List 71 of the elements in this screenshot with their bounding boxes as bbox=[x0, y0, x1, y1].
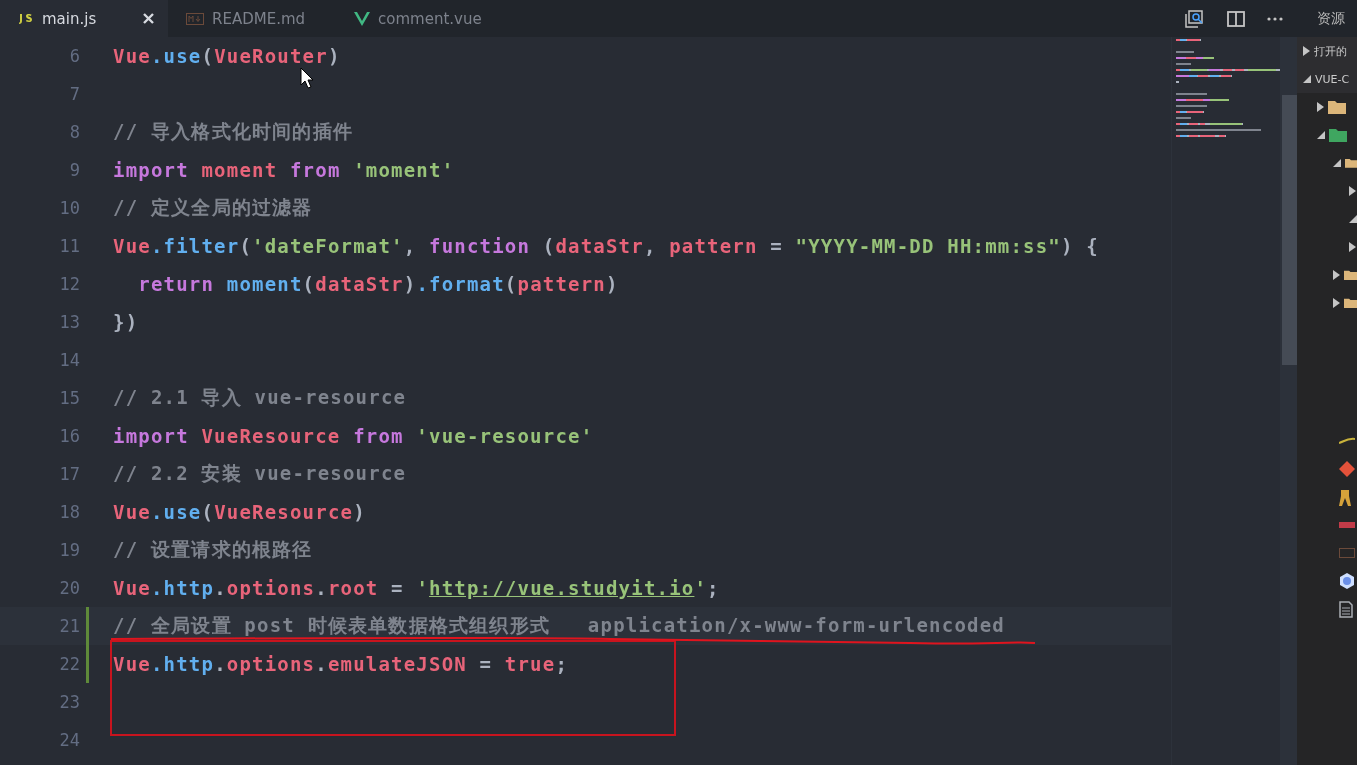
collapsed-arrow-icon[interactable] bbox=[1303, 46, 1310, 56]
line-number: 10 bbox=[58, 198, 80, 218]
code-line: Vue.http.options.emulateJSON = true; bbox=[113, 653, 569, 675]
diamond-icon bbox=[1339, 461, 1355, 477]
collapsed-arrow-icon[interactable] bbox=[1349, 242, 1356, 252]
code-line: // 导入格式化时间的插件 bbox=[113, 119, 353, 144]
expanded-arrow-icon[interactable] bbox=[1333, 159, 1341, 167]
code-line: // 全局设置 post 时候表单数据格式组织形式 application/x-www-form-urlencoded bbox=[113, 613, 1005, 638]
section-header[interactable]: VUE-C bbox=[1297, 65, 1357, 93]
code-line: Vue.use(VueResource) bbox=[113, 501, 366, 523]
line-number: 17 bbox=[58, 464, 80, 484]
line-number: 7 bbox=[68, 84, 80, 104]
more-icon[interactable] bbox=[1267, 16, 1283, 21]
line-number: 20 bbox=[58, 578, 80, 598]
code-line: // 定义全局的过滤器 bbox=[113, 195, 313, 220]
code-line: import VueResource from 'vue-resource' bbox=[113, 425, 594, 447]
js-icon bbox=[18, 12, 34, 25]
collapsed-arrow-icon[interactable] bbox=[1333, 298, 1340, 308]
code-line: // 2.2 安装 vue-resource bbox=[113, 461, 407, 486]
code-line: }) bbox=[113, 311, 139, 333]
code-line: Vue.use(VueRouter) bbox=[113, 45, 341, 67]
line-number: 8 bbox=[68, 122, 80, 142]
line-number: 23 bbox=[58, 692, 80, 712]
code-line: return moment(dataStr).format(pattern) bbox=[137, 273, 619, 295]
markdown-icon bbox=[1339, 548, 1355, 558]
close-icon[interactable] bbox=[143, 13, 154, 24]
line-number: 19 bbox=[58, 540, 80, 560]
folder-icon bbox=[1345, 156, 1357, 170]
code-line: // 2.1 导入 vue-resource bbox=[113, 385, 407, 410]
code-line: import moment from 'moment' bbox=[113, 159, 455, 181]
expanded-arrow-icon[interactable] bbox=[1303, 75, 1311, 83]
line-number: 9 bbox=[68, 160, 80, 180]
figure-icon bbox=[1339, 488, 1351, 506]
folder-icon bbox=[1329, 128, 1347, 142]
line-number: 14 bbox=[58, 350, 80, 370]
line-number: 21 bbox=[58, 616, 80, 636]
line-number: 15 bbox=[58, 388, 80, 408]
sidebar-title: 资源 bbox=[1297, 0, 1357, 37]
collapsed-arrow-icon[interactable] bbox=[1333, 270, 1340, 280]
npm-icon bbox=[1339, 522, 1355, 528]
scrollbar-thumb[interactable] bbox=[1282, 95, 1297, 365]
folder-icon bbox=[1344, 296, 1357, 310]
collapsed-arrow-icon[interactable] bbox=[1349, 186, 1356, 196]
line-number: 24 bbox=[58, 730, 80, 750]
split-editor-icon[interactable] bbox=[1227, 10, 1245, 27]
code-line: Vue.http.options.root = 'http://vue.studyit.io'; bbox=[113, 577, 720, 599]
hexagon-icon bbox=[1339, 573, 1355, 589]
document-icon bbox=[1339, 600, 1353, 618]
line-number: 11 bbox=[58, 236, 80, 256]
line-number: 6 bbox=[68, 46, 80, 66]
line-number: 18 bbox=[58, 502, 80, 522]
editor-tab[interactable]: comment.vue bbox=[336, 0, 504, 37]
line-number: 13 bbox=[58, 312, 80, 332]
code-line: // 设置请求的根路径 bbox=[113, 537, 313, 562]
folder-icon bbox=[1328, 100, 1346, 114]
line-number: 12 bbox=[58, 274, 80, 294]
markdown-icon bbox=[186, 12, 204, 25]
line-number: 22 bbox=[58, 654, 80, 674]
folder-icon bbox=[1344, 268, 1357, 282]
babel-icon bbox=[1339, 437, 1355, 445]
code-line: Vue.filter('dateFormat', function (dataStr, pattern = "YYYY-MM-DD HH:mm:ss") { bbox=[113, 235, 1099, 257]
vue-icon bbox=[354, 11, 370, 26]
editor-tab[interactable]: README.md bbox=[168, 0, 336, 37]
collapsed-arrow-icon[interactable] bbox=[1317, 102, 1324, 112]
line-number: 16 bbox=[58, 426, 80, 446]
search-icon[interactable] bbox=[1185, 9, 1205, 28]
expanded-arrow-icon[interactable] bbox=[1349, 215, 1357, 223]
editor-tab[interactable]: main.js bbox=[0, 0, 168, 37]
expanded-arrow-icon[interactable] bbox=[1317, 131, 1325, 139]
section-header[interactable]: 打开的 bbox=[1297, 37, 1357, 65]
mouse-cursor-icon bbox=[300, 67, 314, 89]
